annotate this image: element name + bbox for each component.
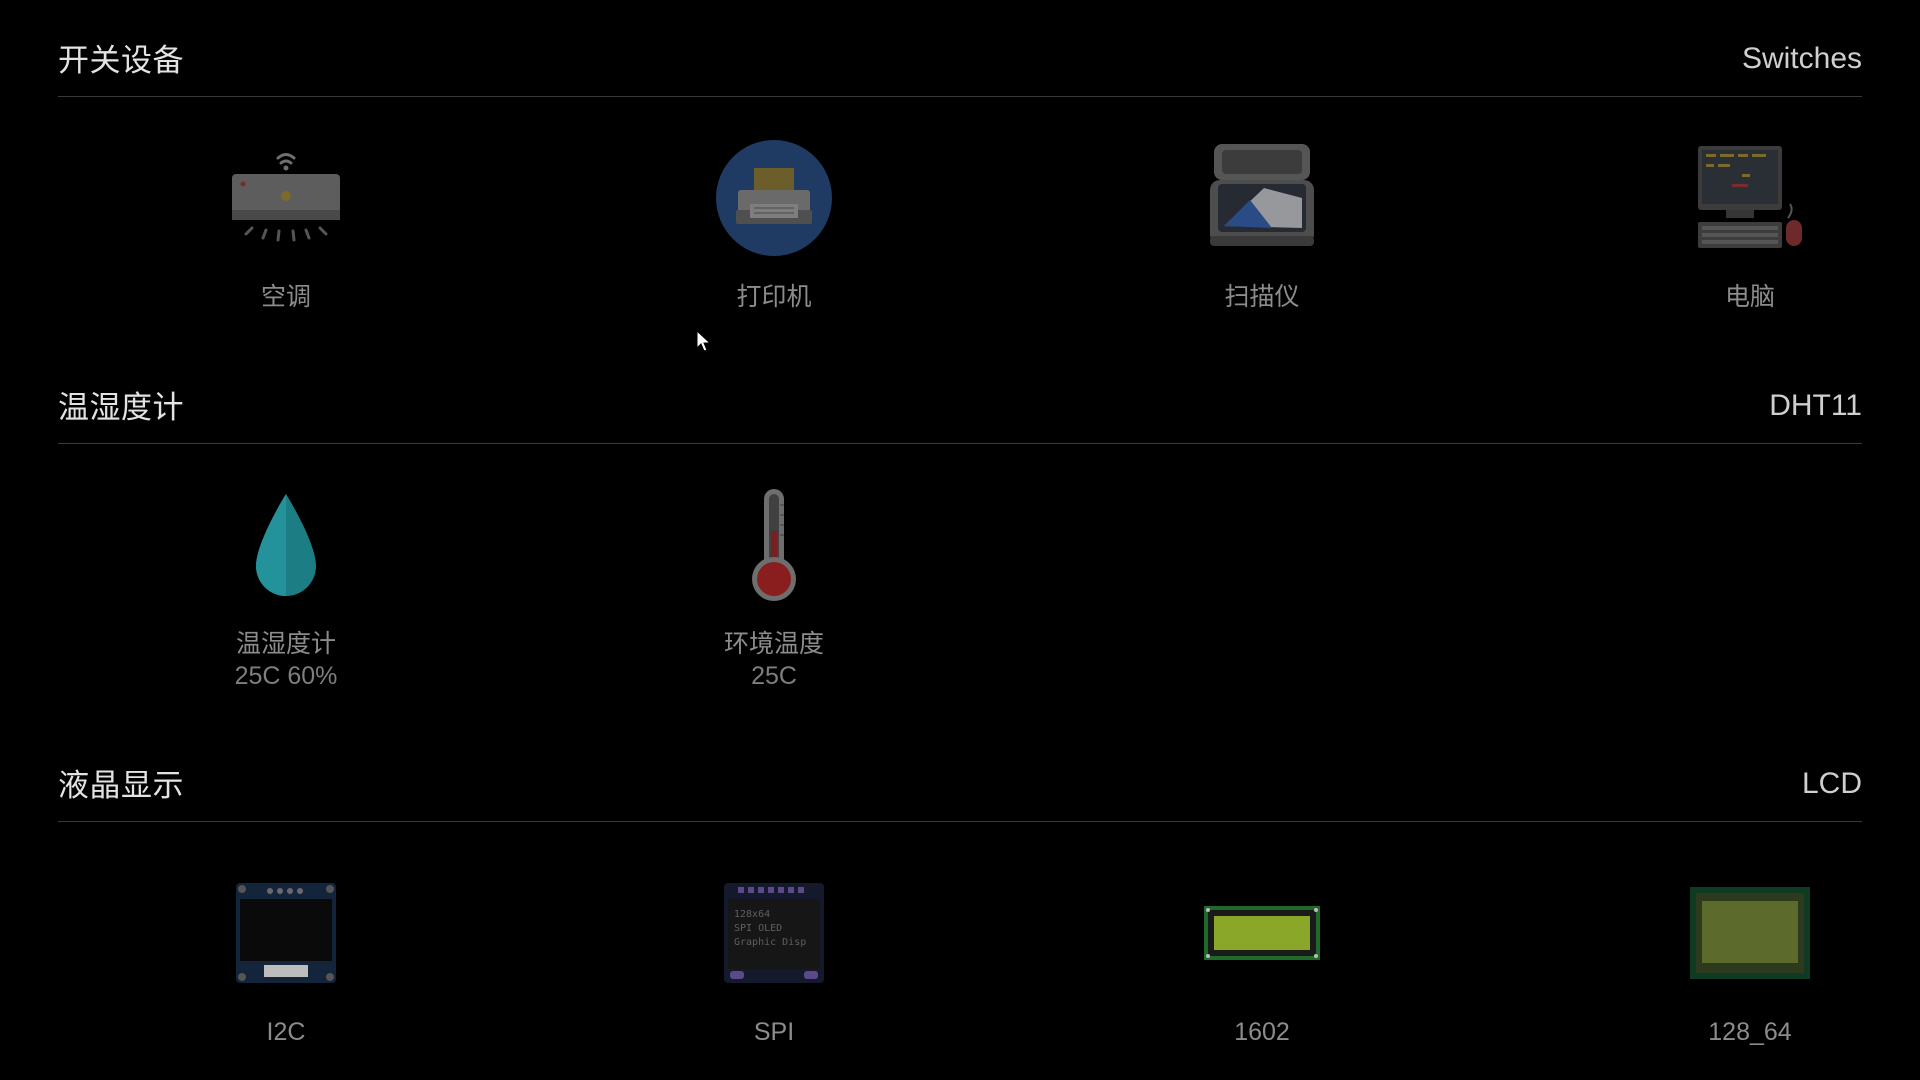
display-label: I2C: [266, 1018, 306, 1046]
sensor-grid: 温湿度计 25C 60% 环境温度 25C: [58, 444, 1862, 744]
spi-module-text-line: Graphic Disp: [734, 937, 806, 948]
computer-icon: [1680, 133, 1820, 263]
device-tile-air-conditioner[interactable]: 空调: [136, 133, 436, 313]
spi-module-text-line: SPI OLED: [734, 923, 782, 934]
section-tag: Switches: [1741, 42, 1862, 75]
section-dht11: 温湿度计 DHT11 温湿度计 25C 60% 环境温度 25C: [58, 347, 1862, 744]
sensor-label: 温湿度计: [235, 629, 336, 658]
device-label: 打印机: [736, 282, 812, 311]
section-tag: DHT11: [1769, 389, 1862, 422]
sensor-value: 25C: [751, 662, 797, 690]
device-dashboard: 开关设备 Switches 空调 打印机 扫描仪 电脑 温湿度计 DHT11 温…: [0, 0, 1920, 1080]
oled-i2c-module-icon: [216, 868, 356, 998]
device-tile-computer[interactable]: 电脑: [1600, 133, 1900, 313]
section-header: 开关设备 Switches: [58, 0, 1862, 97]
display-label: SPI: [753, 1018, 795, 1046]
sensor-tile-humidity[interactable]: 温湿度计 25C 60%: [136, 480, 436, 692]
lcd-128x64-module-icon: [1680, 868, 1820, 998]
spi-module-text-line: 128x64: [734, 909, 770, 920]
display-tile-1602[interactable]: 1602: [1112, 868, 1412, 1048]
section-title: 液晶显示: [58, 768, 184, 804]
display-label: 1602: [1234, 1018, 1290, 1046]
air-conditioner-icon: [216, 133, 356, 263]
water-drop-icon: [216, 480, 356, 610]
display-tile-128-64[interactable]: 128_64: [1600, 868, 1900, 1048]
section-header: 液晶显示 LCD: [58, 725, 1862, 822]
device-label: 扫描仪: [1224, 282, 1300, 311]
sensor-label: 环境温度: [723, 629, 824, 658]
device-tile-printer[interactable]: 打印机: [624, 133, 924, 313]
sensor-tile-temperature[interactable]: 环境温度 25C: [624, 480, 924, 692]
lcd-1602-module-icon: [1192, 868, 1332, 998]
display-grid: I2C 128x64 SPI OLED Graphic Disp SPI 160…: [58, 822, 1862, 1080]
thermometer-icon: [704, 480, 844, 610]
section-header: 温湿度计 DHT11: [58, 347, 1862, 444]
scanner-icon: [1192, 133, 1332, 263]
section-switches: 开关设备 Switches 空调 打印机 扫描仪 电脑: [58, 0, 1862, 397]
display-tile-spi[interactable]: 128x64 SPI OLED Graphic Disp SPI: [624, 868, 924, 1048]
device-tile-scanner[interactable]: 扫描仪: [1112, 133, 1412, 313]
section-tag: LCD: [1801, 767, 1862, 800]
display-tile-i2c[interactable]: I2C: [136, 868, 436, 1048]
section-title: 温湿度计: [58, 390, 184, 426]
printer-icon: [704, 133, 844, 263]
section-lcd: 液晶显示 LCD I2C 128x64 SPI OLED Graphic Dis…: [58, 725, 1862, 1080]
oled-spi-module-icon: 128x64 SPI OLED Graphic Disp: [704, 868, 844, 998]
section-title: 开关设备: [58, 43, 184, 79]
device-label: 电脑: [1724, 282, 1775, 311]
device-label: 空调: [260, 282, 311, 311]
sensor-value: 25C 60%: [234, 662, 338, 690]
display-label: 128_64: [1708, 1018, 1792, 1046]
